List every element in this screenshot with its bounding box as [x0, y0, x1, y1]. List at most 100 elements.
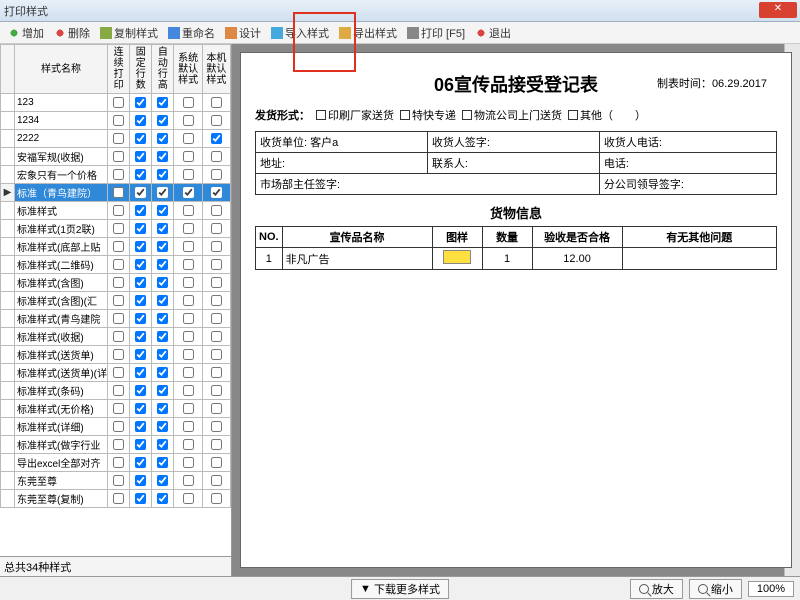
table-row[interactable]: 标准样式(条码) — [1, 382, 231, 400]
checkbox[interactable] — [113, 205, 124, 216]
checkbox[interactable] — [183, 115, 194, 126]
checkbox[interactable] — [135, 331, 146, 342]
table-row[interactable]: 123 — [1, 94, 231, 112]
design-button[interactable]: 设计 — [221, 24, 265, 42]
table-row[interactable]: 标准样式(含图) — [1, 274, 231, 292]
checkbox[interactable] — [211, 385, 222, 396]
checkbox[interactable] — [157, 151, 168, 162]
checkbox[interactable] — [211, 241, 222, 252]
checkbox[interactable] — [113, 457, 124, 468]
checkbox[interactable] — [211, 97, 222, 108]
checkbox[interactable] — [157, 313, 168, 324]
checkbox[interactable] — [113, 223, 124, 234]
table-row[interactable]: 标准样式(无价格) — [1, 400, 231, 418]
table-row[interactable]: 标准样式(含图)(汇 — [1, 292, 231, 310]
checkbox[interactable] — [211, 151, 222, 162]
import-style-button[interactable]: 导入样式 — [267, 24, 333, 42]
checkbox[interactable] — [157, 241, 168, 252]
checkbox[interactable] — [183, 295, 194, 306]
checkbox[interactable] — [113, 133, 124, 144]
close-button[interactable]: ✕ — [759, 2, 797, 18]
rename-button[interactable]: 重命名 — [164, 24, 219, 42]
checkbox[interactable] — [135, 457, 146, 468]
checkbox[interactable] — [157, 403, 168, 414]
checkbox[interactable] — [211, 205, 222, 216]
checkbox[interactable] — [183, 439, 194, 450]
checkbox[interactable] — [211, 169, 222, 180]
checkbox[interactable] — [183, 97, 194, 108]
table-row[interactable]: 标准样式 — [1, 202, 231, 220]
checkbox[interactable] — [113, 493, 124, 504]
checkbox[interactable] — [183, 475, 194, 486]
checkbox[interactable] — [183, 367, 194, 378]
checkbox[interactable] — [183, 169, 194, 180]
checkbox[interactable] — [211, 133, 222, 144]
checkbox[interactable] — [157, 223, 168, 234]
checkbox[interactable] — [135, 115, 146, 126]
checkbox[interactable] — [135, 97, 146, 108]
checkbox[interactable] — [113, 241, 124, 252]
table-row[interactable]: 标准样式(送货单)(详 — [1, 364, 231, 382]
checkbox[interactable] — [157, 493, 168, 504]
checkbox[interactable] — [157, 385, 168, 396]
checkbox[interactable] — [113, 385, 124, 396]
add-button[interactable]: 增加 — [4, 24, 48, 42]
checkbox[interactable] — [211, 475, 222, 486]
checkbox[interactable] — [211, 457, 222, 468]
checkbox[interactable] — [135, 493, 146, 504]
checkbox[interactable] — [135, 421, 146, 432]
checkbox[interactable] — [157, 439, 168, 450]
checkbox[interactable] — [211, 367, 222, 378]
checkbox[interactable] — [113, 277, 124, 288]
table-row[interactable]: 宏象只有一个价格 — [1, 166, 231, 184]
checkbox[interactable] — [211, 493, 222, 504]
checkbox[interactable] — [157, 331, 168, 342]
checkbox[interactable] — [183, 259, 194, 270]
print-button[interactable]: 打印 [F5] — [403, 24, 469, 42]
table-row[interactable]: 导出excel全部对齐 — [1, 454, 231, 472]
table-row[interactable]: 标准样式(二维码) — [1, 256, 231, 274]
checkbox[interactable] — [135, 187, 146, 198]
exit-button[interactable]: 退出 — [471, 24, 515, 42]
copy-style-button[interactable]: 复制样式 — [96, 24, 162, 42]
table-row[interactable]: 1234 — [1, 112, 231, 130]
checkbox[interactable] — [157, 115, 168, 126]
checkbox[interactable] — [113, 187, 124, 198]
style-grid[interactable]: 样式名称 连续打印 固定行数 自动行高 系统默认样式 本机默认样式 123123… — [0, 44, 231, 556]
checkbox[interactable] — [157, 169, 168, 180]
table-row[interactable]: 东莞至尊 — [1, 472, 231, 490]
checkbox[interactable] — [135, 205, 146, 216]
checkbox[interactable] — [157, 475, 168, 486]
checkbox[interactable] — [157, 457, 168, 468]
table-row[interactable]: 标准样式(做字行业 — [1, 436, 231, 454]
zoom-out-button[interactable]: 缩小 — [689, 579, 742, 599]
table-row[interactable]: 2222 — [1, 130, 231, 148]
checkbox[interactable] — [183, 187, 194, 198]
table-row[interactable]: 标准样式(底部上贴 — [1, 238, 231, 256]
checkbox[interactable] — [135, 403, 146, 414]
checkbox[interactable] — [211, 421, 222, 432]
table-row[interactable]: 标准样式(送货单) — [1, 346, 231, 364]
table-row[interactable]: 标准样式(收据) — [1, 328, 231, 346]
checkbox[interactable] — [211, 259, 222, 270]
checkbox[interactable] — [135, 277, 146, 288]
checkbox[interactable] — [135, 241, 146, 252]
checkbox[interactable] — [135, 151, 146, 162]
checkbox[interactable] — [183, 151, 194, 162]
table-row[interactable]: 标准样式(青鸟建院 — [1, 310, 231, 328]
checkbox[interactable] — [211, 223, 222, 234]
checkbox[interactable] — [211, 313, 222, 324]
checkbox[interactable] — [211, 403, 222, 414]
checkbox[interactable] — [157, 349, 168, 360]
table-row[interactable]: ▶标准（青鸟建院） — [1, 184, 231, 202]
checkbox[interactable] — [183, 223, 194, 234]
checkbox[interactable] — [183, 241, 194, 252]
checkbox[interactable] — [135, 223, 146, 234]
checkbox[interactable] — [183, 205, 194, 216]
checkbox[interactable] — [135, 475, 146, 486]
checkbox[interactable] — [157, 205, 168, 216]
checkbox[interactable] — [183, 277, 194, 288]
checkbox[interactable] — [113, 475, 124, 486]
checkbox[interactable] — [135, 133, 146, 144]
checkbox[interactable] — [211, 331, 222, 342]
